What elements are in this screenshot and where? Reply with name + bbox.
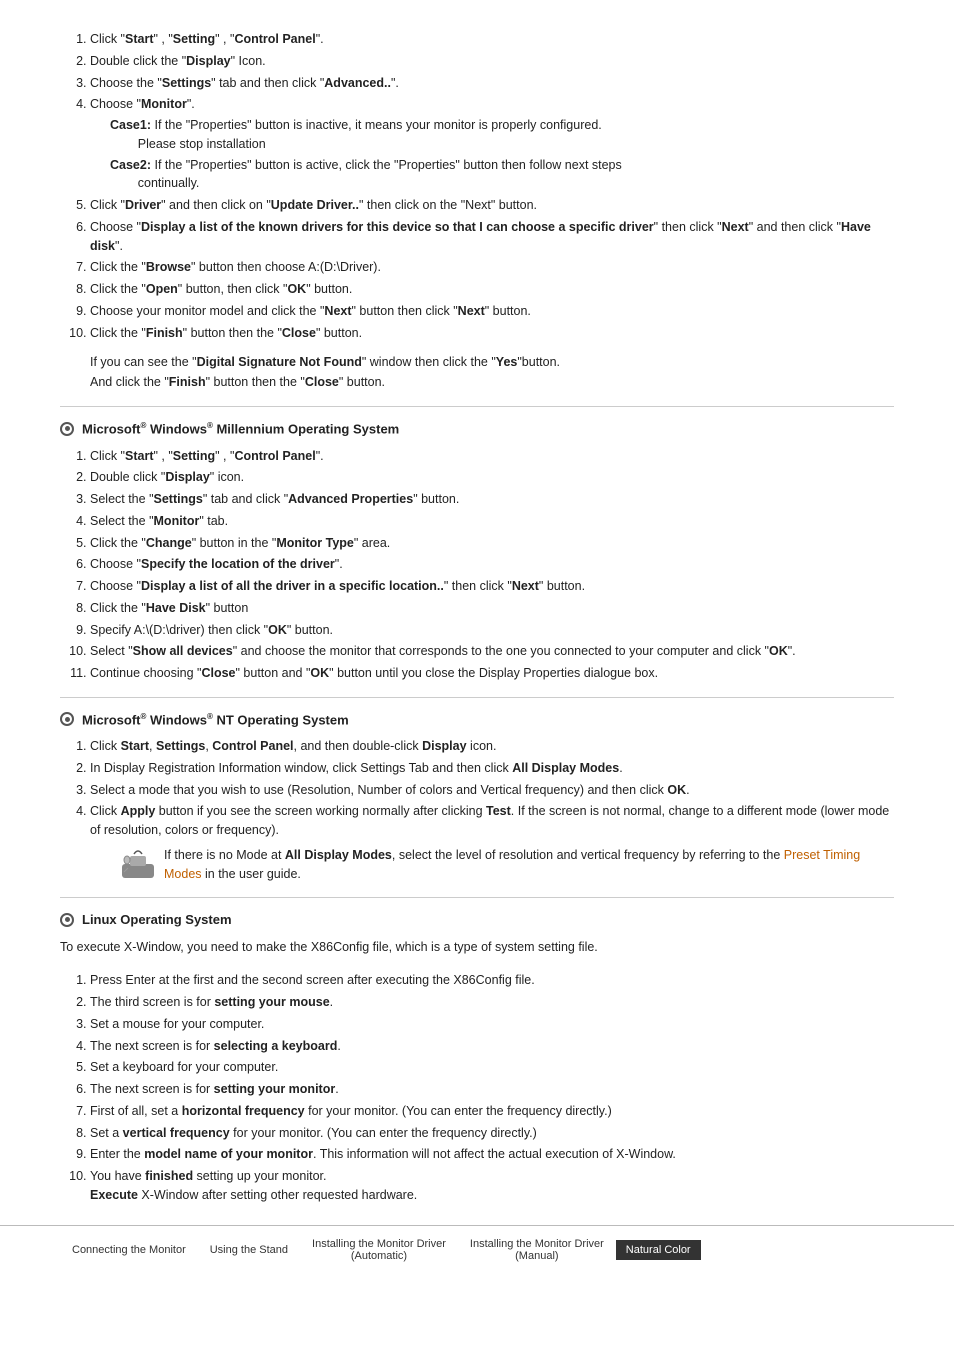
list-item: In Display Registration Information wind… xyxy=(90,759,894,778)
winnt-list: Click Start, Settings, Control Panel, an… xyxy=(60,737,894,883)
list-item: The next screen is for setting your moni… xyxy=(90,1080,894,1099)
list-item: Click "Start" , "Setting" , "Control Pan… xyxy=(90,30,894,49)
winnt-title: Microsoft® Windows® NT Operating System xyxy=(82,712,349,727)
list-item: Click "Driver" and then click on "Update… xyxy=(90,196,894,215)
list-item: Click the "Open" button, then click "OK"… xyxy=(90,280,894,299)
note-text: If there is no Mode at All Display Modes… xyxy=(164,846,894,884)
section-linux: Linux Operating System To execute X-Wind… xyxy=(60,912,894,1204)
linux-header: Linux Operating System xyxy=(60,912,894,927)
linux-intro: To execute X-Window, you need to make th… xyxy=(60,937,894,957)
section-icon xyxy=(60,712,74,726)
win98-list: Click "Start" , "Setting" , "Control Pan… xyxy=(60,30,894,342)
list-item: Click the "Finish" button then the "Clos… xyxy=(90,324,894,343)
list-item: Enter the model name of your monitor. Th… xyxy=(90,1145,894,1164)
footer-connecting[interactable]: Connecting the Monitor xyxy=(60,1240,198,1260)
linux-title: Linux Operating System xyxy=(82,912,232,927)
list-item: Set a vertical frequency for your monito… xyxy=(90,1124,894,1143)
list-item: Click the "Browse" button then choose A:… xyxy=(90,258,894,277)
case-list: Case1: If the "Properties" button is ina… xyxy=(90,116,894,193)
list-item: First of all, set a horizontal frequency… xyxy=(90,1102,894,1121)
footer-auto[interactable]: Installing the Monitor Driver(Automatic) xyxy=(300,1234,458,1266)
list-item: Continue choosing "Close" button and "OK… xyxy=(90,664,894,683)
note-icon-block: If there is no Mode at All Display Modes… xyxy=(120,846,894,884)
divider-3 xyxy=(60,897,894,898)
section-win98: Click "Start" , "Setting" , "Control Pan… xyxy=(60,30,894,392)
list-item: Set a keyboard for your computer. xyxy=(90,1058,894,1077)
list-item: The next screen is for selecting a keybo… xyxy=(90,1037,894,1056)
list-item: Click Start, Settings, Control Panel, an… xyxy=(90,737,894,756)
win98-note: If you can see the "Digital Signature No… xyxy=(90,352,894,392)
footer-stand[interactable]: Using the Stand xyxy=(198,1240,300,1260)
list-item: You have finished setting up your monito… xyxy=(90,1167,894,1205)
list-item: Click "Start" , "Setting" , "Control Pan… xyxy=(90,447,894,466)
list-item: Select the "Settings" tab and click "Adv… xyxy=(90,490,894,509)
list-item: The third screen is for setting your mou… xyxy=(90,993,894,1012)
footer: Connecting the Monitor Using the Stand I… xyxy=(0,1225,954,1274)
linux-list: Press Enter at the first and the second … xyxy=(60,971,894,1204)
section-icon xyxy=(60,422,74,436)
winme-title: Microsoft® Windows® Millennium Operating… xyxy=(82,421,399,436)
list-item: Set a mouse for your computer. xyxy=(90,1015,894,1034)
list-item: Choose "Monitor". Case1: If the "Propert… xyxy=(90,95,894,193)
divider-1 xyxy=(60,406,894,407)
footer-manual[interactable]: Installing the Monitor Driver(Manual) xyxy=(458,1234,616,1266)
case2: Case2: If the "Properties" button is act… xyxy=(110,156,894,194)
list-item: Select a mode that you wish to use (Reso… xyxy=(90,781,894,800)
divider-2 xyxy=(60,697,894,698)
list-item: Click the "Change" button in the "Monito… xyxy=(90,534,894,553)
list-item: Choose the "Settings" tab and then click… xyxy=(90,74,894,93)
list-item: Press Enter at the first and the second … xyxy=(90,971,894,990)
list-item: Click the "Have Disk" button xyxy=(90,599,894,618)
winnt-header: Microsoft® Windows® NT Operating System xyxy=(60,712,894,727)
section-winnt: Microsoft® Windows® NT Operating System … xyxy=(60,712,894,884)
winme-header: Microsoft® Windows® Millennium Operating… xyxy=(60,421,894,436)
main-content: Click "Start" , "Setting" , "Control Pan… xyxy=(0,0,954,1205)
list-item: Choose "Specify the location of the driv… xyxy=(90,555,894,574)
winme-list: Click "Start" , "Setting" , "Control Pan… xyxy=(60,447,894,683)
list-item: Select "Show all devices" and choose the… xyxy=(90,642,894,661)
case1: Case1: If the "Properties" button is ina… xyxy=(110,116,894,154)
note-icon xyxy=(120,846,156,882)
list-item: Select the "Monitor" tab. xyxy=(90,512,894,531)
list-item: Choose your monitor model and click the … xyxy=(90,302,894,321)
section-icon xyxy=(60,913,74,927)
footer-natural-color[interactable]: Natural Color xyxy=(616,1240,701,1260)
section-winme: Microsoft® Windows® Millennium Operating… xyxy=(60,421,894,683)
preset-timing-link[interactable]: Preset Timing Modes xyxy=(164,848,860,881)
list-item: Click Apply button if you see the screen… xyxy=(90,802,894,883)
list-item: Double click "Display" icon. xyxy=(90,468,894,487)
list-item: Choose "Display a list of the known driv… xyxy=(90,218,894,256)
list-item: Double click the "Display" Icon. xyxy=(90,52,894,71)
list-item: Choose "Display a list of all the driver… xyxy=(90,577,894,596)
list-item: Specify A:\(D:\driver) then click "OK" b… xyxy=(90,621,894,640)
